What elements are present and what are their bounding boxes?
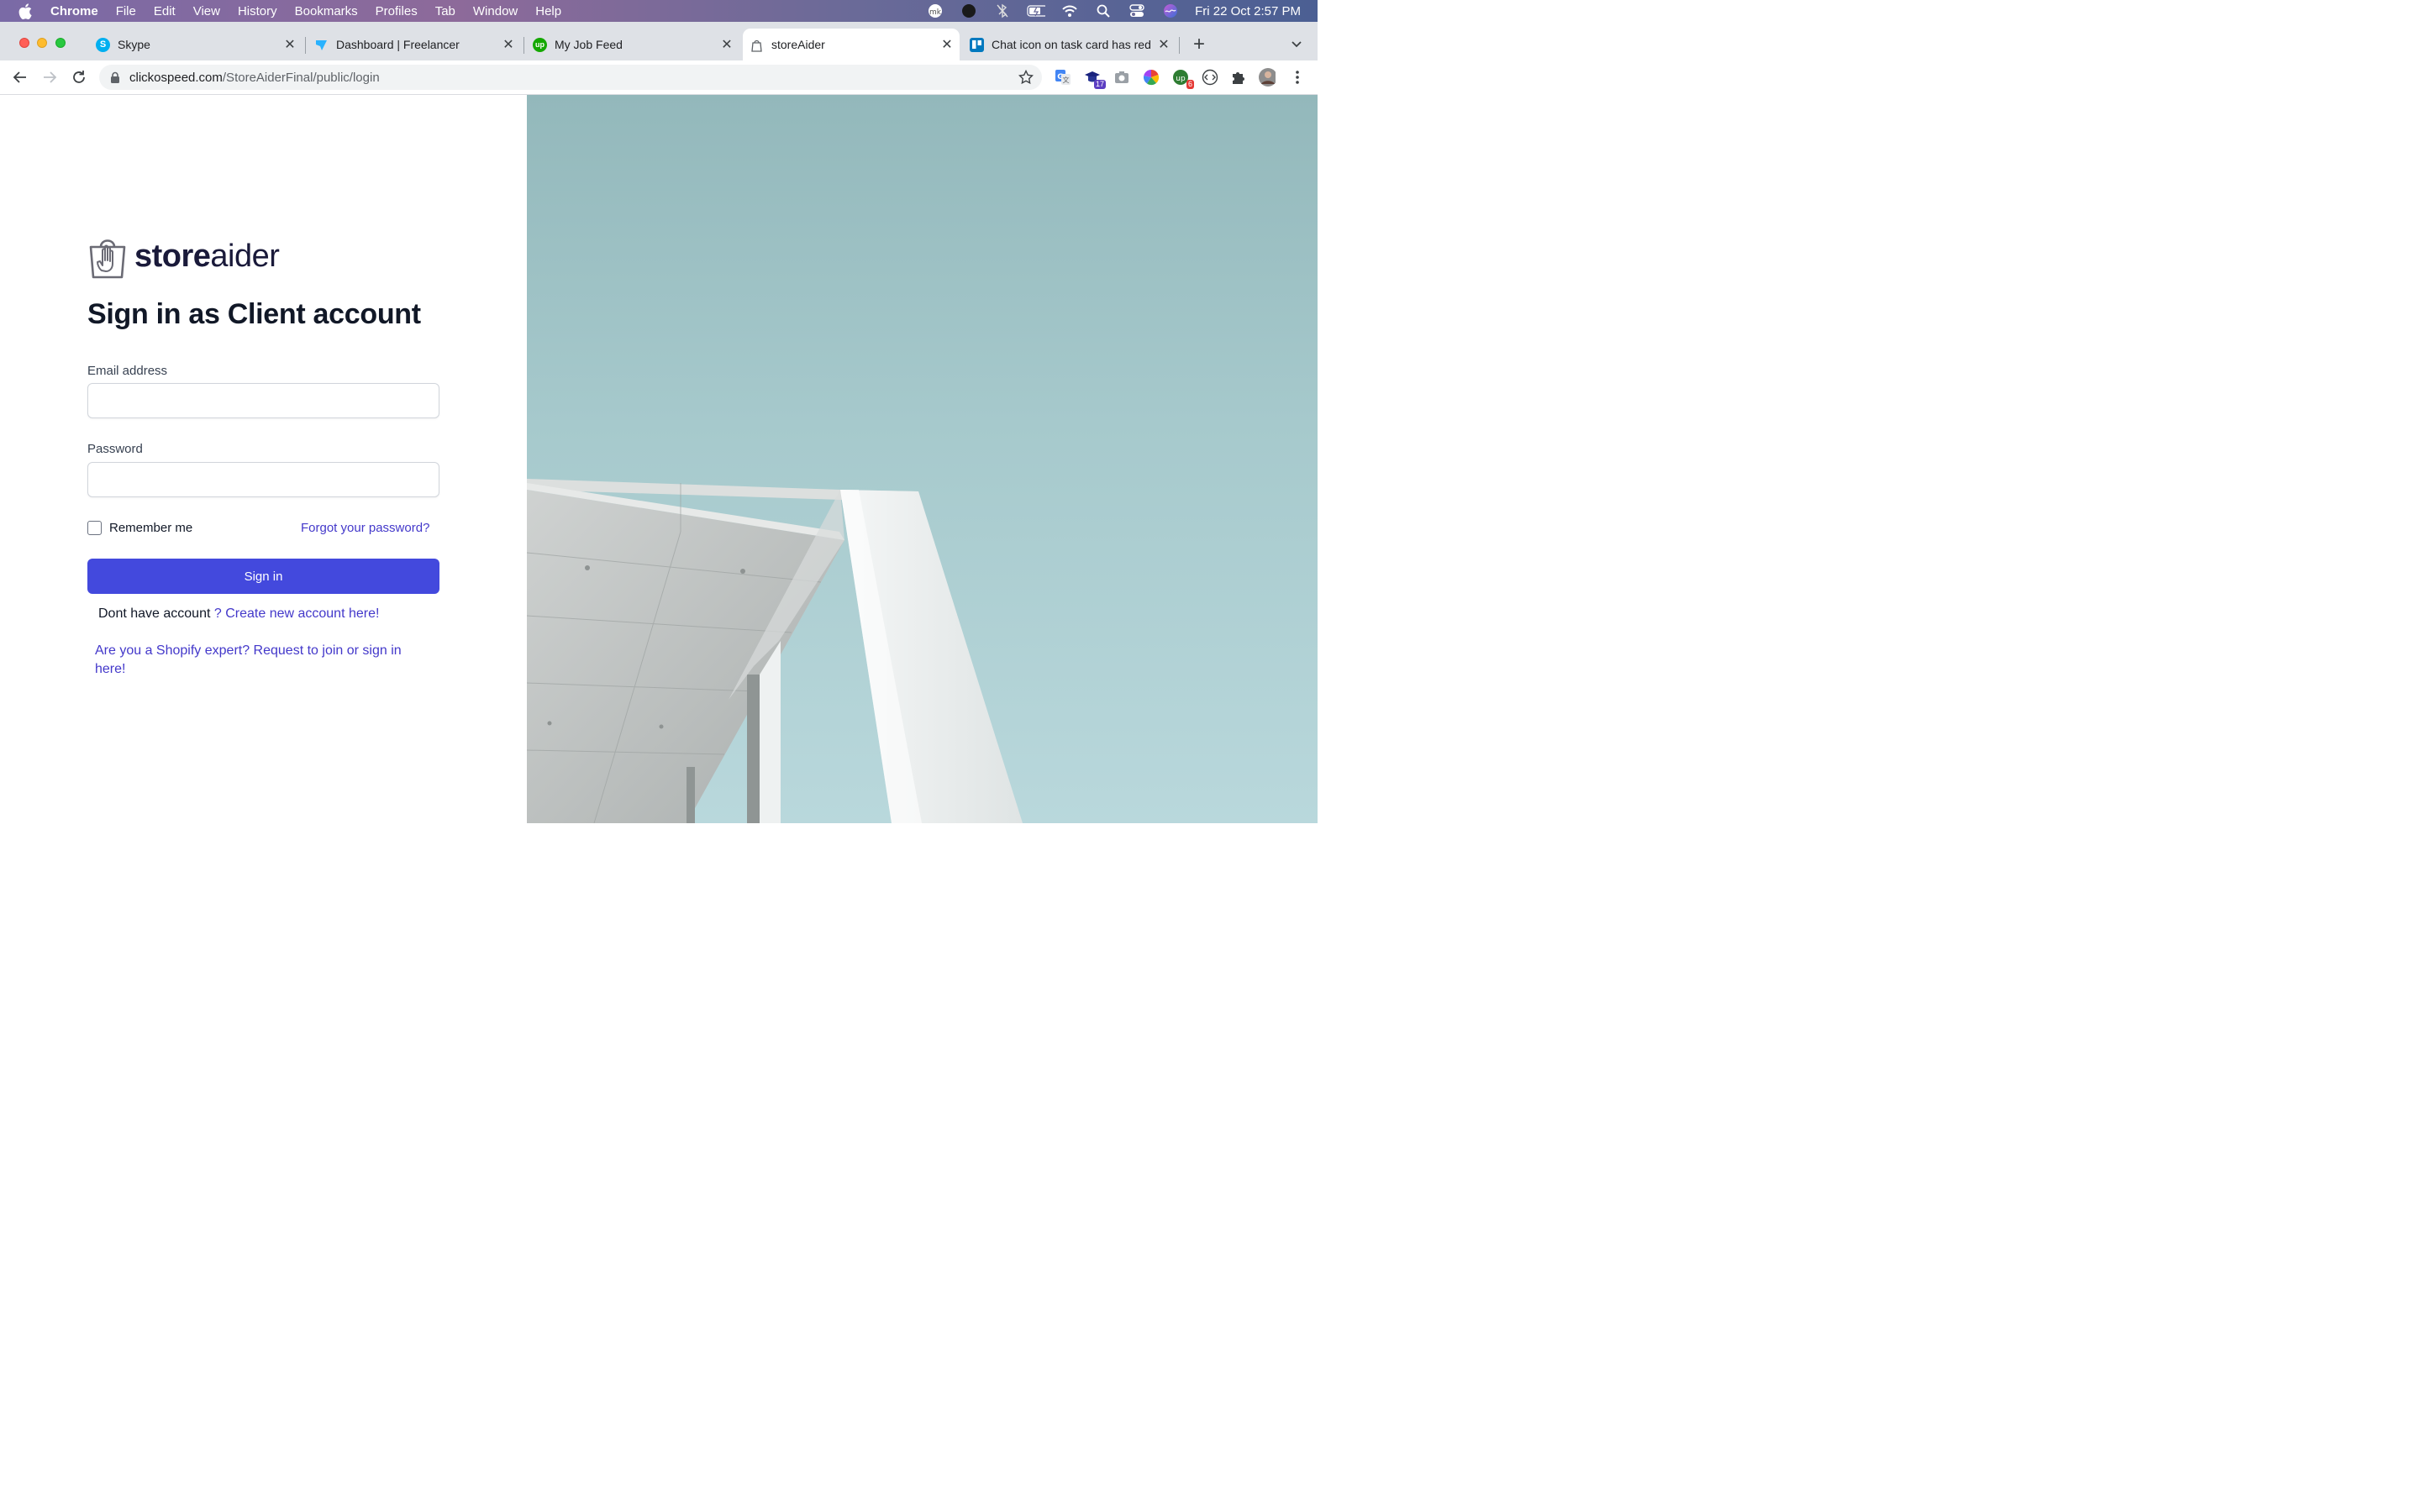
close-icon[interactable]: ✕ [1156, 37, 1171, 52]
chrome-menu-icon[interactable] [1289, 69, 1306, 86]
close-icon[interactable]: ✕ [282, 37, 297, 52]
storeaider-logo: storeaider [87, 234, 280, 279]
forward-button[interactable] [40, 68, 59, 87]
svg-text:文: 文 [1063, 76, 1070, 84]
extensions-puzzle-icon[interactable] [1230, 69, 1247, 86]
tab-storeaider[interactable]: storeAider ✕ [743, 29, 960, 60]
login-panel: storeaider Sign in as Client account Ema… [0, 95, 527, 823]
fullscreen-window-button[interactable] [55, 38, 66, 48]
no-account-text: Dont have account [98, 606, 214, 621]
minimize-window-button[interactable] [37, 38, 47, 48]
menu-edit[interactable]: Edit [154, 4, 176, 18]
tab-upwork[interactable]: up My Job Feed ✕ [526, 29, 739, 60]
menu-window[interactable]: Window [473, 4, 518, 18]
back-button[interactable] [11, 68, 29, 87]
trello-icon [970, 37, 984, 52]
skype-icon: S [96, 37, 110, 52]
tab-trello[interactable]: Chat icon on task card has red ✕ [963, 29, 1176, 60]
extension-badge: 17 [1093, 80, 1106, 89]
remember-me-label[interactable]: Remember me [109, 521, 192, 535]
code-extension-icon[interactable] [1202, 69, 1218, 86]
mac-menu-bar: Chrome File Edit View History Bookmarks … [0, 0, 1318, 22]
svg-text:up: up [1176, 75, 1186, 83]
logo-text-regular: aider [210, 238, 280, 274]
close-icon[interactable]: ✕ [501, 37, 516, 52]
menu-file[interactable]: File [116, 4, 136, 18]
create-account-row: Dont have account ? Create new account h… [98, 606, 379, 622]
tab-title: Chat icon on task card has red [992, 38, 1151, 51]
close-icon[interactable]: ✕ [939, 37, 955, 52]
tab-title: storeAider [771, 38, 825, 51]
upwork-icon: up [533, 37, 547, 52]
page-title: Sign in as Client account [87, 298, 421, 330]
tab-separator [523, 37, 524, 54]
logo-text-bold: store [134, 238, 211, 274]
shopping-bag-hand-icon [89, 239, 126, 279]
siri-icon[interactable] [1161, 3, 1180, 18]
tab-separator [305, 37, 306, 54]
menu-app-name[interactable]: Chrome [50, 4, 98, 18]
menu-view[interactable]: View [193, 4, 220, 18]
password-label: Password [87, 442, 143, 456]
menu-history[interactable]: History [238, 4, 277, 18]
browser-toolbar: clickospeed.com/StoreAiderFinal/public/l… [0, 60, 1318, 95]
create-account-link[interactable]: ? Create new account here! [214, 606, 380, 621]
mk-status-icon[interactable]: mk [926, 3, 944, 18]
upwork-extension-icon[interactable]: up 6 [1172, 69, 1194, 89]
profile-avatar[interactable] [1259, 68, 1276, 87]
menu-profiles[interactable]: Profiles [376, 4, 418, 18]
password-field[interactable] [87, 462, 439, 497]
menubar-clock[interactable]: Fri 22 Oct 2:57 PM [1195, 4, 1301, 18]
menu-bookmarks[interactable]: Bookmarks [295, 4, 358, 18]
forgot-password-link[interactable]: Forgot your password? [301, 521, 429, 535]
menu-tab[interactable]: Tab [435, 4, 455, 18]
remember-me-row: Remember me [87, 521, 192, 535]
status-area: mk Fri 22 Oct 2:57 PM [926, 0, 1301, 22]
new-tab-button[interactable]: + [1190, 34, 1208, 55]
graduation-cap-extension-icon[interactable]: 17 [1084, 69, 1106, 89]
sign-in-button[interactable]: Sign in [87, 559, 439, 594]
logo-text: storeaider [134, 238, 280, 275]
battery-icon[interactable] [1027, 3, 1046, 18]
control-center-icon[interactable] [1128, 3, 1146, 18]
tab-skype[interactable]: S Skype ✕ [89, 29, 302, 60]
storeaider-icon [750, 38, 764, 52]
camera-extension-icon[interactable] [1113, 69, 1130, 86]
apple-menu-icon[interactable] [17, 3, 34, 19]
tab-search-chevron-icon[interactable] [1289, 37, 1304, 52]
tab-strip: S Skype ✕ Dashboard | Freelancer ✕ up My… [0, 22, 1318, 60]
chat-bubble-status-icon[interactable] [960, 3, 978, 18]
bookmark-star-icon[interactable] [1018, 70, 1034, 85]
url-host: clickospeed.com [129, 70, 223, 85]
shopify-expert-link[interactable]: Are you a Shopify expert? Request to joi… [95, 642, 431, 679]
close-icon[interactable]: ✕ [719, 37, 734, 52]
tab-freelancer[interactable]: Dashboard | Freelancer ✕ [308, 29, 521, 60]
tab-separator [1179, 37, 1180, 54]
architecture-hero-image [527, 95, 1318, 823]
google-translate-icon[interactable]: G文 [1055, 69, 1071, 86]
svg-text:mk: mk [929, 8, 942, 17]
tab-title: My Job Feed [555, 38, 623, 51]
url-text: clickospeed.com/StoreAiderFinal/public/l… [129, 71, 380, 85]
building-canopy-illustration [527, 479, 1023, 823]
tab-title: Skype [118, 38, 150, 51]
wifi-icon[interactable] [1060, 3, 1079, 18]
url-path: /StoreAiderFinal/public/login [222, 70, 380, 85]
color-wheel-extension-icon[interactable] [1143, 69, 1160, 86]
menu-help[interactable]: Help [535, 4, 561, 18]
freelancer-icon [314, 38, 329, 52]
tab-title: Dashboard | Freelancer [336, 38, 460, 51]
reload-button[interactable] [70, 68, 88, 87]
remember-me-checkbox[interactable] [87, 521, 102, 535]
extension-badge: 6 [1186, 80, 1194, 89]
email-field[interactable] [87, 383, 439, 418]
spotlight-search-icon[interactable] [1094, 3, 1113, 18]
lock-icon[interactable] [109, 71, 121, 83]
address-bar[interactable]: clickospeed.com/StoreAiderFinal/public/l… [99, 65, 1042, 90]
email-label: Email address [87, 364, 168, 378]
close-window-button[interactable] [19, 38, 29, 48]
bluetooth-off-icon[interactable] [993, 3, 1012, 18]
